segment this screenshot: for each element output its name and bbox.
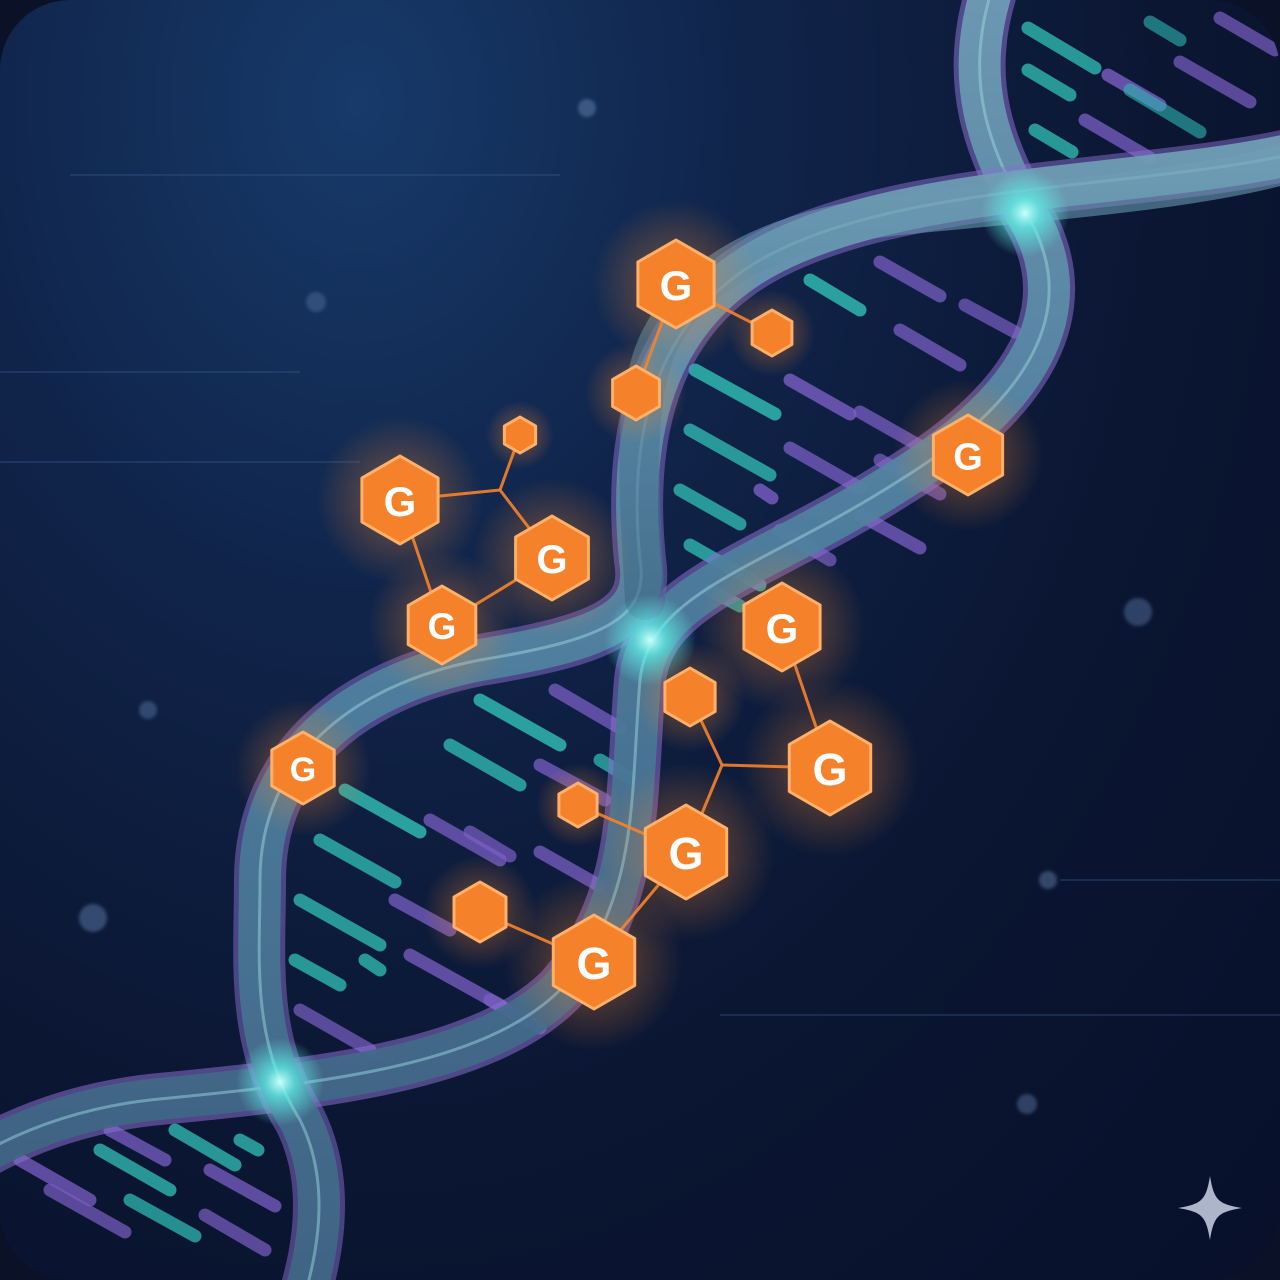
dna-illustration: G G G G G G G G G G (0, 0, 1280, 1280)
node-letter: G (668, 828, 703, 879)
bokeh-dot (1017, 1094, 1037, 1114)
hexagon-node (584, 341, 688, 445)
hexagon-shape (502, 415, 538, 455)
guanine-node: G (234, 699, 372, 837)
background-card: G G G G G G G G G G (0, 0, 1280, 1280)
guanine-node: G (504, 872, 684, 1052)
hexagon-node (634, 641, 746, 753)
node-letter: G (290, 751, 316, 789)
hexagon-shape (557, 781, 599, 829)
node-letter: G (812, 744, 847, 795)
hexagon-shape (663, 666, 717, 728)
crossing-glow (981, 169, 1069, 257)
node-letter: G (766, 605, 799, 652)
hexagon-shape (750, 308, 794, 358)
hexagon-shape (452, 880, 508, 944)
guanine-node: G (367, 550, 517, 700)
guanine-node: G (892, 379, 1044, 531)
hexagon-node (728, 289, 816, 377)
bokeh-dot (306, 292, 326, 312)
crossing-glow (236, 1038, 324, 1126)
bokeh-dot (1124, 598, 1152, 626)
node-letter: G (660, 262, 693, 309)
bokeh-dot (79, 904, 107, 932)
node-letter: G (536, 538, 567, 582)
sparkle-icon (1178, 1176, 1242, 1240)
bokeh-dot (139, 701, 157, 719)
node-letter: G (428, 606, 457, 647)
bokeh-dot (578, 99, 596, 117)
bokeh-dot (1039, 871, 1057, 889)
hexagon-node (485, 400, 555, 470)
node-letter: G (953, 436, 983, 478)
hexagon-shape (611, 364, 661, 422)
node-letter: G (576, 938, 611, 989)
node-letter: G (384, 478, 417, 525)
dna-artwork: G G G G G G G G G G (0, 0, 1280, 1280)
